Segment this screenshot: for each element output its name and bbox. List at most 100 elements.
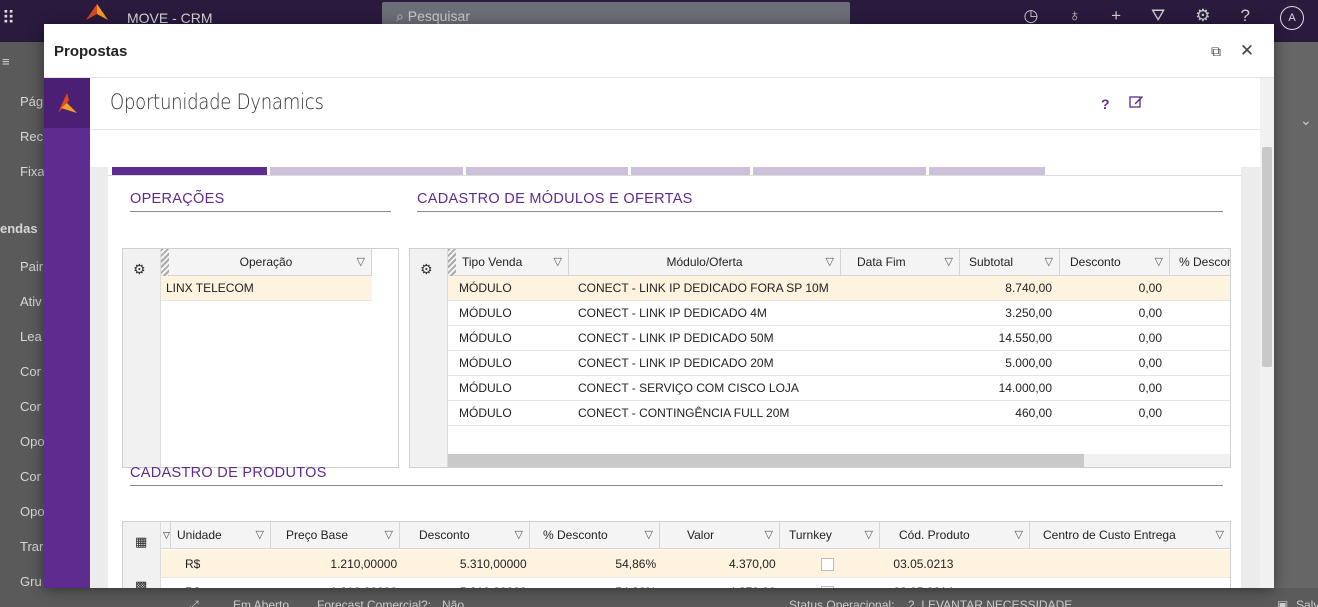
avatar[interactable]: A <box>1280 6 1304 30</box>
chevron-down-icon[interactable]: ⌄ <box>1300 112 1312 129</box>
data-fim-cell <box>841 276 960 301</box>
close-icon[interactable]: ✕ <box>1238 42 1256 60</box>
column-data-fim[interactable]: Data Fim ▽ <box>841 249 960 276</box>
expand-icon[interactable]: ⤢ <box>189 598 199 607</box>
sidebar-item-transfers[interactable]: Trar <box>20 539 43 554</box>
filter-icon[interactable]: ▽ <box>865 522 873 549</box>
sidebar-item-opportunities[interactable]: Opo <box>20 434 45 449</box>
tab-1[interactable] <box>112 167 267 175</box>
modal-title: Propostas <box>54 43 128 60</box>
tab-underline <box>108 175 1241 176</box>
drag-handle[interactable] <box>448 249 456 276</box>
unidade-cell: R$ <box>177 578 277 588</box>
vertical-scrollbar-thumb[interactable] <box>1262 147 1272 367</box>
table-row[interactable]: MÓDULO CONECT - LINK IP DEDICADO 4M 3.25… <box>448 301 1230 326</box>
grid-view-icon[interactable]: ▦ <box>135 534 147 550</box>
column-label: Unidade <box>177 528 222 542</box>
column-label: Desconto <box>1070 255 1121 269</box>
sidebar-item-groups[interactable]: Gru <box>20 574 42 589</box>
column-centro-custo[interactable]: Centro de Custo Entrega ▽ <box>1030 522 1230 549</box>
column-cod-produto[interactable]: Cód. Produto ▽ <box>880 522 1030 549</box>
desconto-cell: 0,00 <box>1138 281 1162 295</box>
drag-handle[interactable] <box>161 249 169 276</box>
filter-icon[interactable]: ▽ <box>385 522 393 549</box>
column-modulo-oferta[interactable]: Módulo/Oferta ▽ <box>569 249 841 276</box>
column-desconto[interactable]: Desconto ▽ <box>1060 249 1170 276</box>
column-turnkey[interactable]: Turnkey ▽ <box>780 522 880 549</box>
gear-icon[interactable]: ⚙ <box>133 261 146 278</box>
column-label: Módulo/Oferta <box>666 255 743 269</box>
filter-icon[interactable]: ▽ <box>163 522 170 549</box>
table-row[interactable]: MÓDULO CONECT - SERVIÇO COM CISCO LOJA 1… <box>448 376 1230 401</box>
sidebar-item-activities[interactable]: Ativ <box>20 294 42 309</box>
sidebar-item-competitors[interactable]: Cor <box>20 469 41 484</box>
save-icon[interactable]: ▣ <box>1277 598 1288 607</box>
sidebar-item-contacts[interactable]: Cor <box>20 364 41 379</box>
table-row[interactable]: MÓDULO CONECT - CONTINGÊNCIA FULL 20M 46… <box>448 401 1230 426</box>
save-label[interactable]: Salv <box>1296 598 1318 607</box>
table-row[interactable]: R$ 1.210,00000 5.310,00000 54,86% 4.370,… <box>161 550 1230 578</box>
column-unidade[interactable]: Unidade ▽ <box>171 522 271 549</box>
turnkey-checkbox[interactable] <box>820 558 834 572</box>
column-operacao[interactable]: Operação ▽ <box>161 249 372 276</box>
filter-icon[interactable]: ▽ <box>826 249 834 276</box>
status-operational-value: 2. LEVANTAR NECESSIDADE <box>908 598 1073 607</box>
tab-4[interactable] <box>631 167 750 175</box>
tab-6[interactable] <box>929 167 1045 175</box>
cut-off-cell <box>161 550 177 575</box>
table-row[interactable]: MÓDULO CONECT - LINK IP DEDICADO FORA SP… <box>448 276 1230 301</box>
filter-icon[interactable]: ▽ <box>765 522 773 549</box>
filter-icon[interactable]: ▽ <box>945 249 953 276</box>
filter-icon[interactable]: ▽ <box>515 522 523 549</box>
column-cut-off[interactable]: ▽ <box>161 522 171 549</box>
popout-icon[interactable]: ⧉ <box>1207 42 1225 60</box>
status-open: Em Aberto <box>233 598 290 607</box>
forecast-value: Não <box>442 598 465 607</box>
table-row[interactable]: LINX TELECOM <box>161 276 372 301</box>
table-row[interactable]: MÓDULO CONECT - LINK IP DEDICADO 20M 5.0… <box>448 351 1230 376</box>
data-fim-cell <box>841 301 960 326</box>
filter-icon[interactable]: ▽ <box>1216 522 1224 549</box>
filter-icon[interactable]: ▽ <box>1045 249 1053 276</box>
modulos-grid-toolbar: ⚙ <box>410 249 448 467</box>
app-launcher-icon[interactable]: ⠿ <box>2 8 15 29</box>
sidebar-item-pinned[interactable]: Fixa <box>20 164 45 179</box>
tab-2[interactable] <box>270 167 463 175</box>
table-row[interactable]: MÓDULO CONECT - LINK IP DEDICADO 50M 14.… <box>448 326 1230 351</box>
tile-view-icon[interactable]: ▩ <box>135 578 147 588</box>
filter-icon[interactable]: ▽ <box>1155 249 1163 276</box>
background-form-area: ⌄ <box>1274 42 1318 607</box>
filter-icon[interactable]: ▽ <box>645 522 653 549</box>
data-fim-cell <box>841 401 960 426</box>
filter-icon[interactable]: ▽ <box>256 522 264 549</box>
gear-icon[interactable]: ⚙ <box>420 261 433 278</box>
column-percent-desconto[interactable]: % Descon <box>1170 249 1230 276</box>
column-percent-desconto[interactable]: % Desconto ▽ <box>530 522 660 549</box>
vertical-scrollbar[interactable] <box>1260 78 1274 588</box>
filter-icon[interactable]: ▽ <box>357 249 365 276</box>
tab-5[interactable] <box>753 167 926 175</box>
hamburger-icon[interactable]: ≡ <box>2 54 10 69</box>
edit-icon[interactable] <box>1129 94 1144 109</box>
sidebar-item-leads[interactable]: Lea <box>20 329 42 344</box>
forecast-label: Forecast Comercial?: <box>317 598 432 607</box>
column-tipo-venda[interactable]: Tipo Venda ▽ <box>448 249 569 276</box>
filter-icon[interactable]: ▽ <box>1015 522 1023 549</box>
turnkey-checkbox[interactable] <box>820 586 834 588</box>
global-search-input[interactable]: ⌕ Pesquisar <box>382 2 850 26</box>
sidebar-item-opportunity-2[interactable]: Opo <box>20 504 45 519</box>
column-preco-base[interactable]: Preço Base ▽ <box>271 522 400 549</box>
modulos-grid: ⚙ Tipo Venda ▽ Módulo/Oferta ▽ Data Fim … <box>409 248 1231 468</box>
sidebar-item-home[interactable]: Pág <box>20 94 43 109</box>
column-subtotal[interactable]: Subtotal ▽ <box>960 249 1060 276</box>
column-desconto[interactable]: Desconto ▽ <box>400 522 530 549</box>
sidebar-item-panel[interactable]: Pair <box>20 259 43 274</box>
column-label: Subtotal <box>969 255 1014 269</box>
column-valor[interactable]: Valor ▽ <box>660 522 780 549</box>
sidebar-item-recent[interactable]: Rec <box>20 129 43 144</box>
filter-icon[interactable]: ▽ <box>554 249 562 276</box>
tab-3[interactable] <box>466 167 628 175</box>
table-row[interactable]: R$ 1.210,00000 5.310,00000 54,86% 4.370,… <box>161 578 1230 588</box>
sidebar-item-accounts[interactable]: Cor <box>20 399 41 414</box>
help-button[interactable]: ? <box>1101 96 1110 112</box>
